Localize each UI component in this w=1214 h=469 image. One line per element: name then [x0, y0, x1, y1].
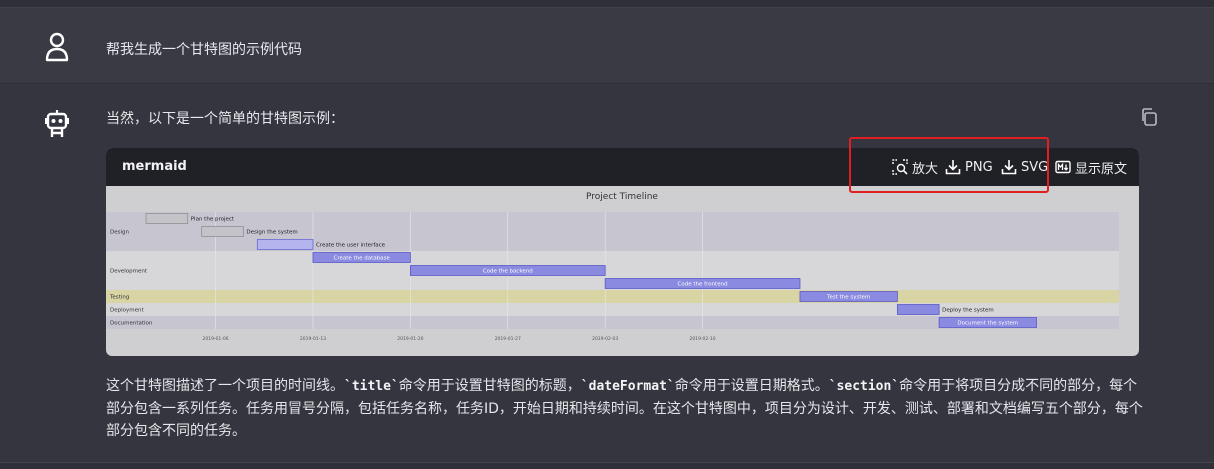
section-label: Documentation — [110, 321, 153, 327]
copy-icon[interactable] — [1139, 107, 1159, 127]
x-tick-label: 2019-01-13 — [300, 336, 326, 342]
show-raw-label: 显示原文 — [1075, 161, 1128, 177]
task-bar — [201, 226, 244, 237]
toolbar-highlight-box — [849, 137, 1049, 193]
task-label: Design the system — [246, 230, 297, 236]
explanation-text-2: 命令用于设置甘特图的标题， — [398, 378, 581, 394]
user-icon — [45, 32, 69, 62]
bottom-strip — [0, 462, 1214, 469]
top-strip — [0, 0, 1214, 8]
section-band — [106, 290, 1119, 303]
user-message-text: 帮我生成一个甘特图的示例代码 — [106, 42, 302, 58]
code-dateformat: `dateFormat` — [580, 379, 675, 394]
explanation-text-1: 这个甘特图描述了一个项目的时间线。 — [106, 378, 344, 394]
x-tick-label: 2019-02-03 — [592, 336, 618, 342]
task-label: Plan the project — [191, 217, 235, 223]
x-tick-label: 2019-02-10 — [689, 336, 715, 342]
explanation-text-3: 命令用于设置日期格式。 — [674, 378, 829, 394]
task-label: Code the frontend — [678, 282, 728, 288]
x-tick-label: 2019-01-06 — [202, 336, 228, 342]
task-label: Code the backend — [483, 269, 533, 275]
markdown-icon — [1055, 160, 1071, 174]
chart-title: Project Timeline — [586, 192, 658, 202]
section-label: Development — [110, 269, 148, 275]
task-label: Deploy the system — [942, 308, 994, 314]
user-message-row: 帮我生成一个甘特图的示例代码 — [0, 8, 1214, 84]
x-tick-label: 2019-01-20 — [397, 336, 423, 342]
task-bar — [256, 239, 314, 250]
section-label: Design — [110, 230, 130, 236]
section-label: Deployment — [110, 308, 144, 314]
task-label: Document the system — [957, 321, 1018, 327]
code-language-label: mermaid — [122, 159, 187, 174]
section-label: Testing — [109, 295, 129, 301]
task-label: Create the database — [334, 256, 391, 262]
bot-intro-text: 当然，以下是一个简单的甘特图示例： — [106, 111, 344, 127]
code-title: `title` — [344, 379, 399, 394]
task-label: Test the system — [826, 295, 870, 301]
x-tick-label: 2019-01-27 — [495, 336, 521, 342]
task-label: Create the user interface — [316, 243, 386, 249]
show-raw-button[interactable]: 显示原文 — [1055, 157, 1127, 177]
code-section: `section` — [828, 379, 900, 394]
gantt-chart: Project Timeline Design Development Testin… — [106, 192, 1119, 342]
robot-icon — [45, 110, 69, 137]
task-bar — [896, 304, 940, 315]
explanation-paragraph: 这个甘特图描述了一个项目的时间线。`title`命令用于设置甘特图的标题，`da… — [106, 375, 1146, 442]
task-bar — [145, 213, 189, 224]
